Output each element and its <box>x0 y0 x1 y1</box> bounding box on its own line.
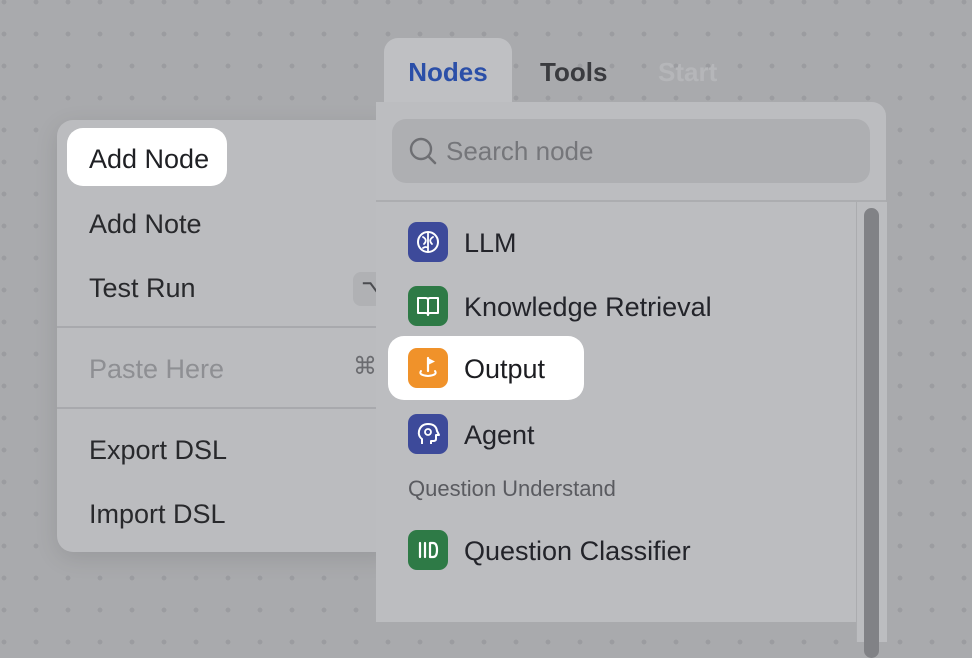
node-label-knowledge-retrieval: Knowledge Retrieval <box>464 292 712 322</box>
menu-divider <box>57 326 397 328</box>
menu-item-test-run[interactable]: Test Run <box>89 268 196 308</box>
menu-item-paste-here[interactable]: Paste Here <box>89 349 224 389</box>
divider <box>376 200 886 202</box>
menu-divider <box>57 407 397 409</box>
node-label-question-classifier: Question Classifier <box>464 536 691 566</box>
tab-nodes[interactable]: Nodes <box>384 38 512 104</box>
node-selector-panel: Nodes Tools Start Search node LLM Knowle… <box>376 38 887 658</box>
llm-brain-icon <box>408 222 448 262</box>
scrollbar-thumb[interactable] <box>864 208 879 658</box>
menu-item-export-dsl[interactable]: Export DSL <box>89 430 227 470</box>
paste-shortcut: ⌘ <box>353 353 377 380</box>
menu-item-add-note[interactable]: Add Note <box>89 204 202 244</box>
flag-pin-icon <box>408 348 448 388</box>
search-icon <box>409 137 437 165</box>
context-menu: Add Node Add Note Test Run ⌥ Paste Here … <box>57 120 401 552</box>
tab-tools[interactable]: Tools <box>540 38 607 104</box>
classifier-icon <box>408 530 448 570</box>
search-placeholder: Search node <box>446 136 594 166</box>
node-label-output: Output <box>464 354 546 384</box>
node-label-agent: Agent <box>464 420 535 450</box>
node-label-llm: LLM <box>464 228 517 258</box>
head-gear-icon <box>408 414 448 454</box>
search-input[interactable]: Search node <box>392 119 870 183</box>
menu-item-add-node[interactable]: Add Node <box>67 128 228 186</box>
node-item-output[interactable]: Output <box>388 336 584 400</box>
workflow-canvas[interactable]: Add Node Add Note Test Run ⌥ Paste Here … <box>0 0 972 658</box>
book-icon <box>408 286 448 326</box>
menu-item-import-dsl[interactable]: Import DSL <box>89 494 226 534</box>
section-heading: Question Understand <box>408 476 616 501</box>
tab-start[interactable]: Start <box>658 38 717 104</box>
